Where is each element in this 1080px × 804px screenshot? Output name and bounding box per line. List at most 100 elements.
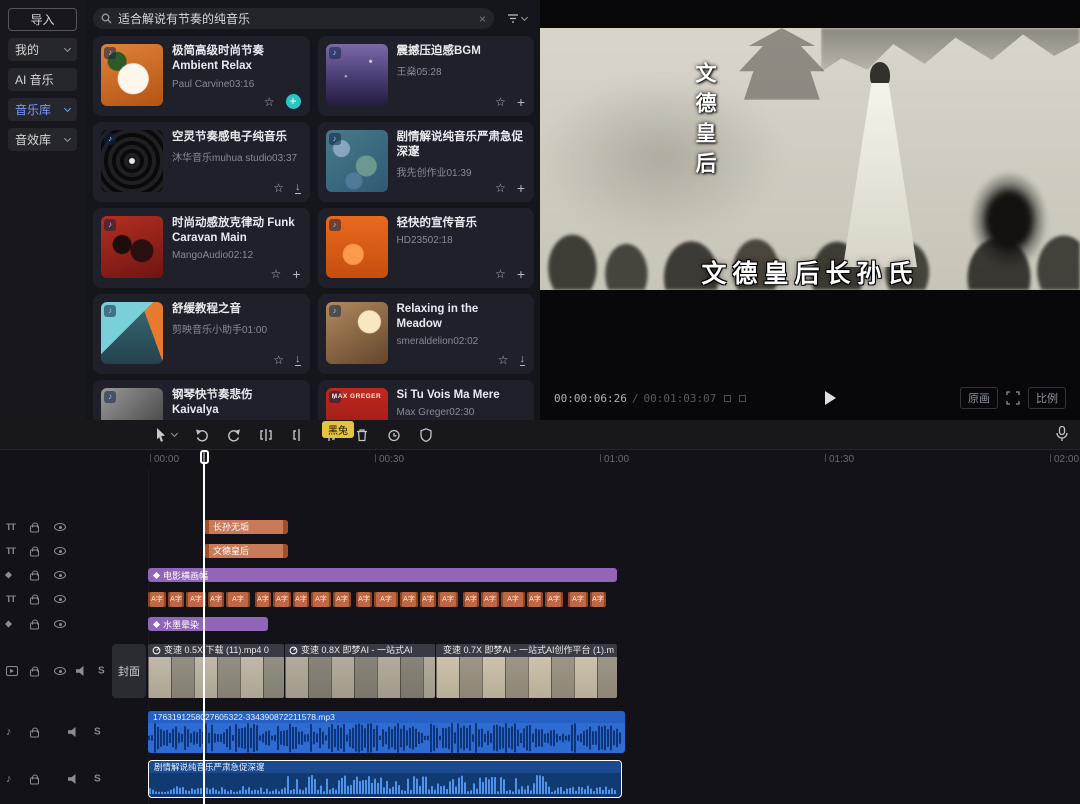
subtitle-clip[interactable]: A字 xyxy=(400,592,418,607)
added-icon[interactable]: + xyxy=(286,94,301,109)
music-card[interactable]: ♪震撼压迫感BGM王燊05:28☆+ xyxy=(318,36,535,116)
lock-icon[interactable] xyxy=(30,774,39,785)
subtitle-clip[interactable]: A字 xyxy=(463,592,479,607)
timeline-ruler[interactable]: 00:0000:3001:0001:3002:00 xyxy=(148,450,1080,470)
subtitle-clip[interactable]: A字 xyxy=(356,592,372,607)
favorite-star-icon[interactable]: ☆ xyxy=(264,95,275,109)
add-icon[interactable]: + xyxy=(292,268,300,280)
music-card[interactable]: ♪轻快的宣传音乐HD23502:18☆+ xyxy=(318,208,535,288)
solo-button[interactable]: S xyxy=(98,666,105,677)
music-card[interactable]: ♪钢琴快节奏悲伤 KaivalyaHertz Box Music03:19☆+ xyxy=(93,380,310,420)
ratio-button[interactable]: 比例 xyxy=(1028,387,1066,409)
add-icon[interactable]: + xyxy=(517,96,525,108)
audio-clip[interactable]: 1763191258027605322-334390872211578.mp3 xyxy=(148,711,625,753)
subtitle-clip[interactable]: A字 xyxy=(333,592,351,607)
effect-clip[interactable]: 水墨晕染 xyxy=(148,617,268,631)
mask-button[interactable] xyxy=(416,425,436,445)
redo-button[interactable] xyxy=(224,425,244,445)
subtitle-clip[interactable]: A字 xyxy=(527,592,543,607)
subtitle-clip[interactable]: A字 xyxy=(438,592,458,607)
favorite-star-icon[interactable]: ☆ xyxy=(498,353,509,367)
music-card[interactable]: ♪剧情解说纯音乐严肃急促深邃我先创作业01:39☆+ xyxy=(318,122,535,202)
grid-icon[interactable] xyxy=(724,395,731,402)
subtitle-clip[interactable]: A字 xyxy=(226,592,250,607)
fullscreen-icon[interactable] xyxy=(1006,391,1020,405)
video-clip[interactable]: 变速 0.7X 即梦AI - 一站式AI创作平台 (1).m xyxy=(436,644,617,698)
sidebar-item-mine[interactable]: 我的 xyxy=(8,38,77,61)
lock-icon[interactable] xyxy=(30,619,39,630)
original-quality-button[interactable]: 原画 xyxy=(960,387,998,409)
search-input[interactable]: 适合解说有节奏的纯音乐 × xyxy=(93,8,494,29)
subtitle-clip[interactable]: A字 xyxy=(590,592,606,607)
audio-clip-selected[interactable]: 剧情解说纯音乐严肃急促深邃 xyxy=(148,760,622,798)
download-icon[interactable]: ↓ xyxy=(295,182,301,194)
subtitle-clip[interactable]: A字 xyxy=(374,592,398,607)
trim-left-button[interactable] xyxy=(288,425,308,445)
sidebar-item-music-library[interactable]: 音乐库 xyxy=(8,98,77,121)
import-button[interactable]: 导入 xyxy=(8,8,77,31)
favorite-star-icon[interactable]: ☆ xyxy=(273,353,284,367)
subtitle-clip[interactable]: A字 xyxy=(168,592,184,607)
subtitle-clip[interactable]: A字 xyxy=(481,592,499,607)
eye-icon[interactable] xyxy=(54,620,66,628)
lock-icon[interactable] xyxy=(30,570,39,581)
favorite-star-icon[interactable]: ☆ xyxy=(495,95,506,109)
lock-icon[interactable] xyxy=(30,666,39,677)
clear-search-icon[interactable]: × xyxy=(479,12,486,26)
cover-button[interactable]: 封面 xyxy=(112,644,146,698)
playhead[interactable] xyxy=(203,450,205,804)
download-icon[interactable]: ↓ xyxy=(520,354,526,366)
subtitle-clip[interactable]: A字 xyxy=(545,592,563,607)
subtitle-clip[interactable]: A字 xyxy=(273,592,291,607)
favorite-star-icon[interactable]: ☆ xyxy=(271,267,282,281)
music-card[interactable]: ♪空灵节奏感电子纯音乐沐华音乐muhua studio03:37☆↓ xyxy=(93,122,310,202)
eye-icon[interactable] xyxy=(54,523,66,531)
add-icon[interactable]: + xyxy=(517,182,525,194)
grid-icon[interactable] xyxy=(739,395,746,402)
microphone-button[interactable] xyxy=(1054,425,1070,448)
split-button[interactable] xyxy=(256,425,276,445)
speaker-icon[interactable] xyxy=(76,666,87,676)
video-clip[interactable]: 变速 0.5X 下载 (11).mp4 0 xyxy=(148,644,284,698)
lock-icon[interactable] xyxy=(30,546,39,557)
music-card[interactable]: ♪舒缓教程之音剪映音乐小助手01:00☆↓ xyxy=(93,294,310,374)
effect-clip[interactable]: 电影横画幅 xyxy=(148,568,617,582)
music-card[interactable]: ♪极简高级时尚节奏 Ambient Relax BackgroundPaul C… xyxy=(93,36,310,116)
play-button[interactable] xyxy=(825,391,836,405)
undo-button[interactable] xyxy=(192,425,212,445)
eye-icon[interactable] xyxy=(54,667,66,675)
music-card[interactable]: ♪Relaxing in the Meadowsmeraldelion02:02… xyxy=(318,294,535,374)
subtitle-clip[interactable]: A字 xyxy=(255,592,271,607)
subtitle-clip[interactable]: A字 xyxy=(293,592,309,607)
sidebar-item-ai-music[interactable]: AI 音乐 xyxy=(8,68,77,91)
subtitle-clip[interactable]: A字 xyxy=(148,592,166,607)
sidebar-item-sound-effects[interactable]: 音效库 xyxy=(8,128,77,151)
select-tool-button[interactable] xyxy=(150,425,180,445)
favorite-star-icon[interactable]: ☆ xyxy=(495,267,506,281)
favorite-star-icon[interactable]: ☆ xyxy=(273,181,284,195)
eye-icon[interactable] xyxy=(54,547,66,555)
lock-icon[interactable] xyxy=(30,522,39,533)
favorite-star-icon[interactable]: ☆ xyxy=(495,181,506,195)
subtitle-clip[interactable]: A字 xyxy=(420,592,436,607)
text-clip[interactable]: 文德皇后 xyxy=(204,544,288,558)
subtitle-clip[interactable]: A字 xyxy=(311,592,331,607)
delete-button[interactable] xyxy=(352,425,372,445)
eye-icon[interactable] xyxy=(54,571,66,579)
subtitle-clip[interactable]: A字 xyxy=(568,592,588,607)
add-icon[interactable]: + xyxy=(517,268,525,280)
playhead-handle[interactable] xyxy=(200,450,209,464)
subtitle-clip[interactable]: A字 xyxy=(501,592,525,607)
music-card[interactable]: ♪时尚动感放克律动 Funk Caravan MainMangoAudio02:… xyxy=(93,208,310,288)
music-card[interactable]: ♪MAX GREGERSi Tu Vois Ma MereMax Greger0… xyxy=(318,380,535,420)
speaker-icon[interactable] xyxy=(68,727,79,737)
download-icon[interactable]: ↓ xyxy=(295,354,301,366)
filter-button[interactable] xyxy=(500,13,534,24)
lock-icon[interactable] xyxy=(30,594,39,605)
eye-icon[interactable] xyxy=(54,595,66,603)
video-clip[interactable]: 变速 0.8X 即梦AI - 一站式AI xyxy=(285,644,435,698)
solo-button[interactable]: S xyxy=(94,774,101,785)
speaker-icon[interactable] xyxy=(68,774,79,784)
text-clip[interactable]: 长孙无垢 xyxy=(204,520,288,534)
freeze-frame-button[interactable] xyxy=(384,425,404,445)
